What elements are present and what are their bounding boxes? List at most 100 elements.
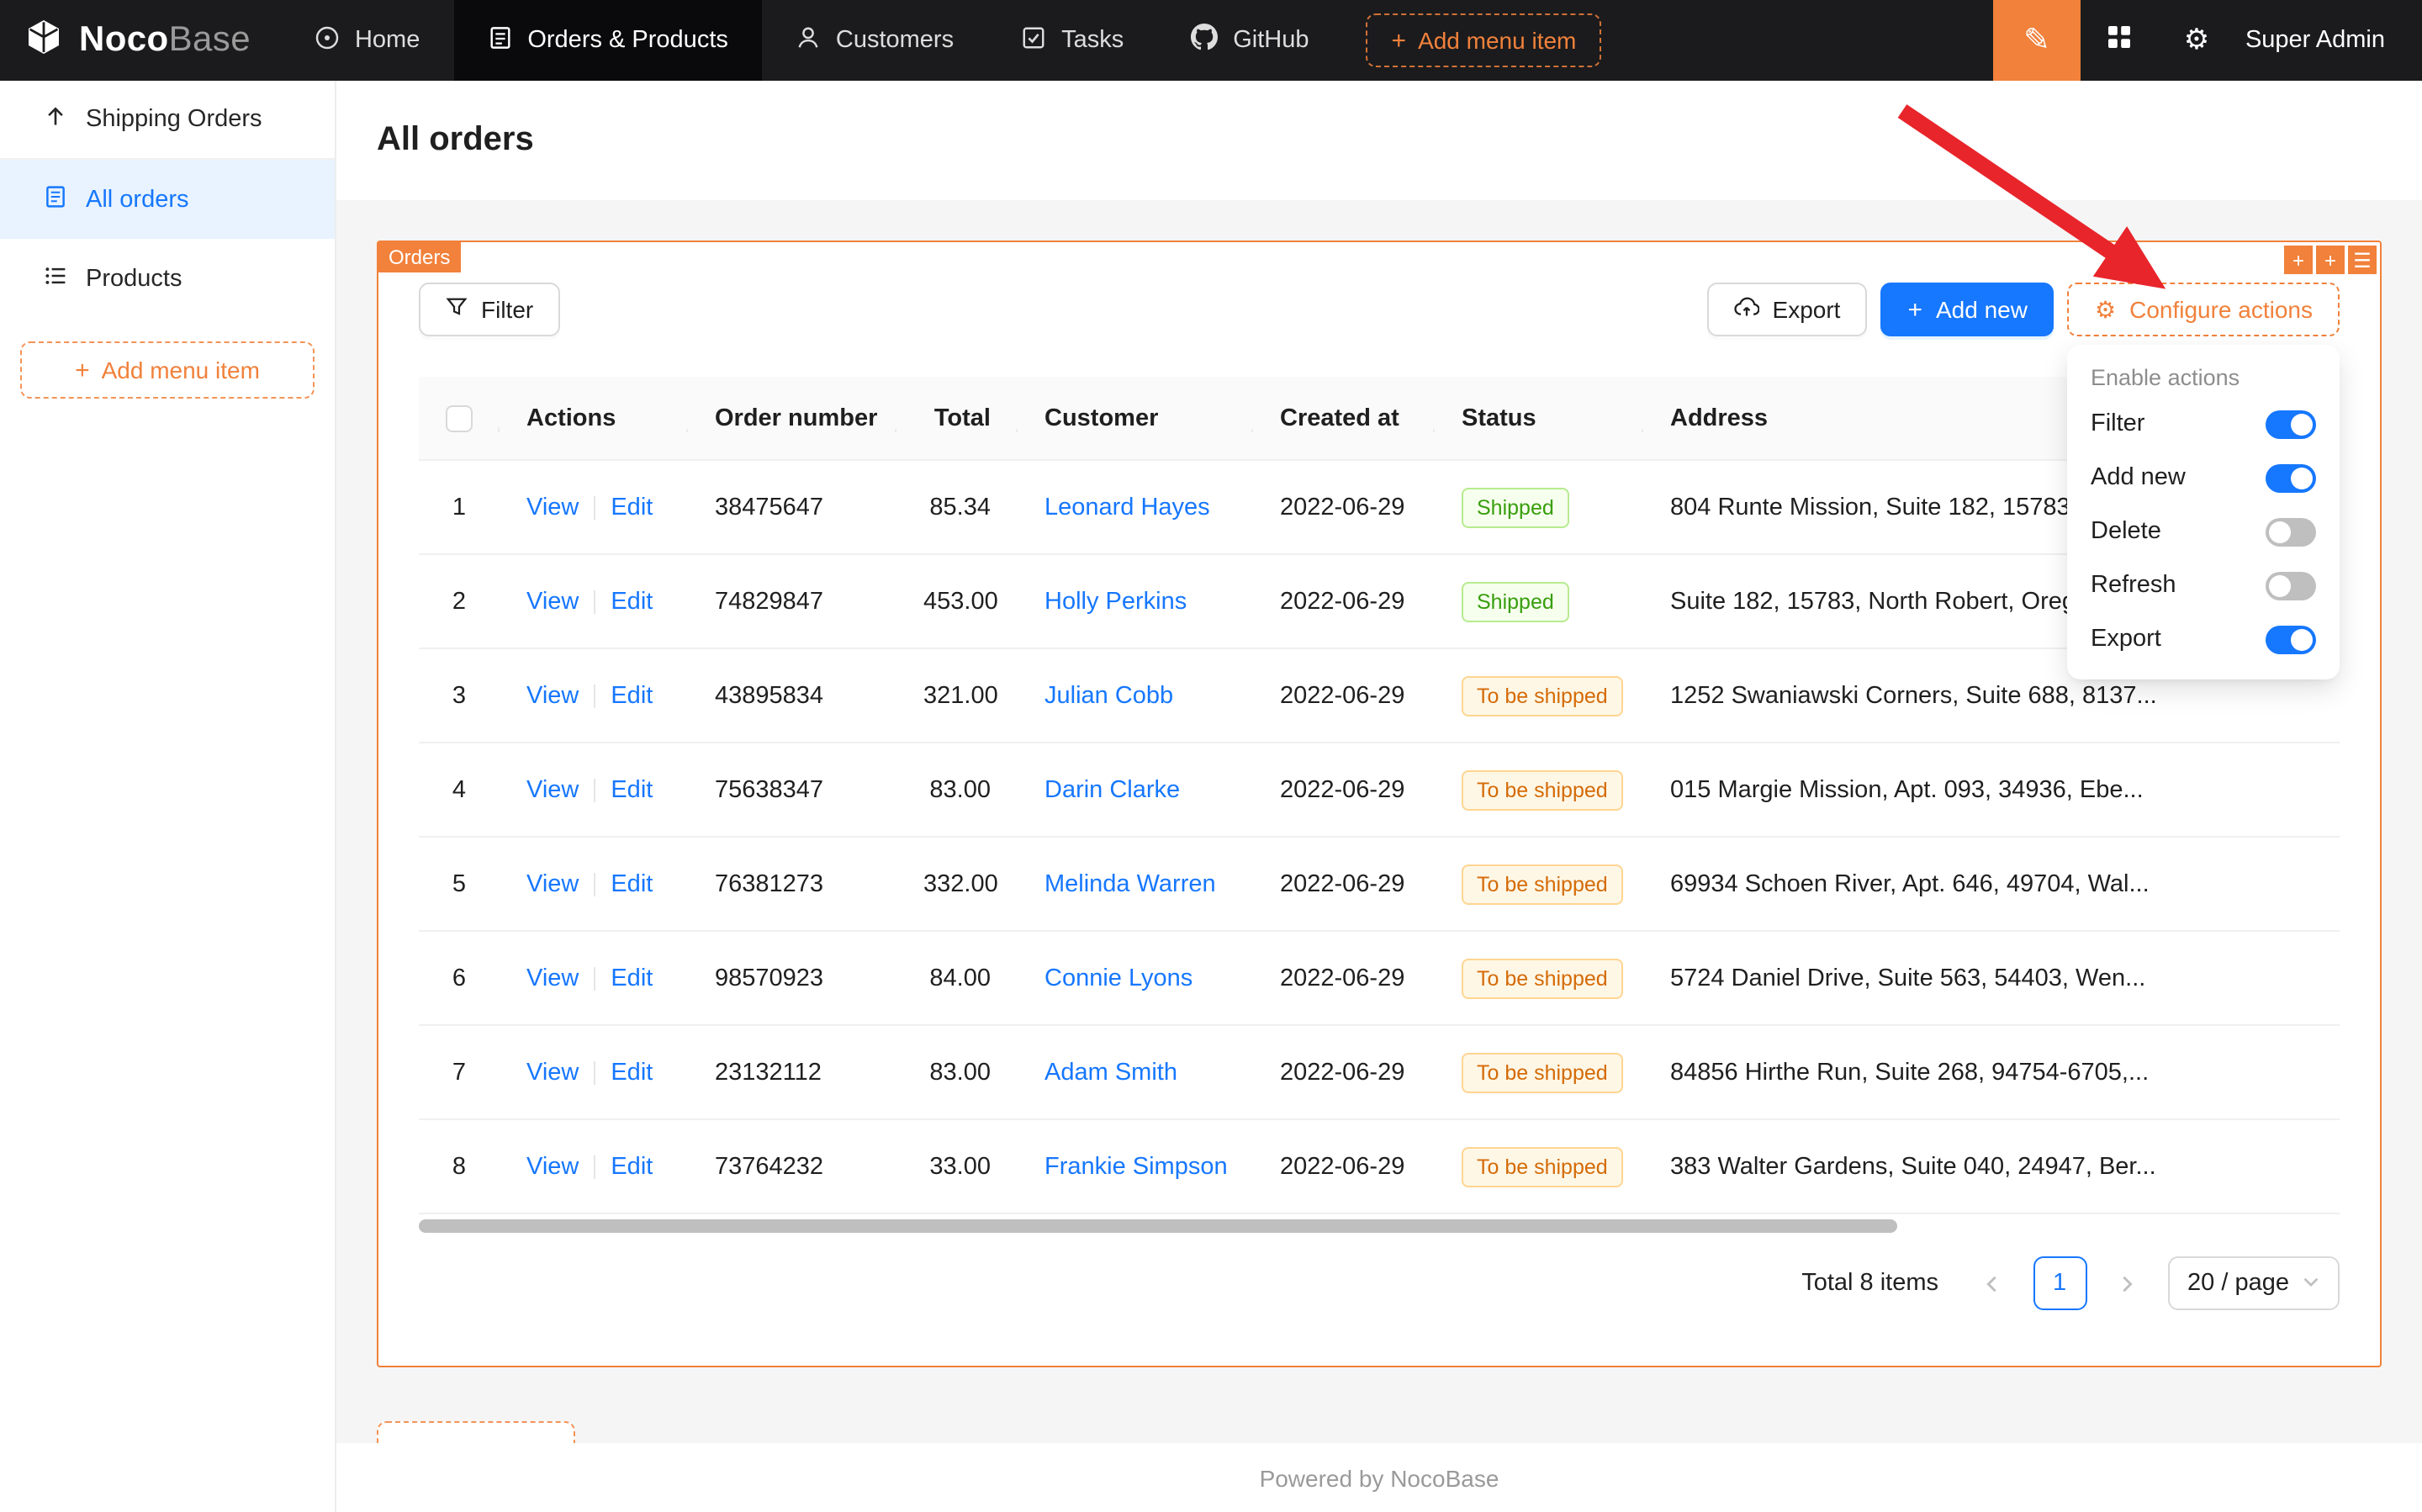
edit-link[interactable]: Edit xyxy=(611,870,653,897)
address-cell: 383 Walter Gardens, Suite 040, 24947, Be… xyxy=(1643,1153,2340,1180)
filter-icon xyxy=(446,296,468,323)
nav-item-orders-products[interactable]: Orders & Products xyxy=(453,0,762,81)
pagination-total: Total 8 items xyxy=(1801,1270,1938,1297)
toggle-switch[interactable] xyxy=(2266,517,2316,546)
switch-knob xyxy=(2291,413,2313,435)
row-index: 3 xyxy=(419,682,500,709)
block-menu-icon[interactable]: ☰ xyxy=(2348,246,2377,274)
gear-icon: ⚙ xyxy=(2184,24,2210,57)
main-nav: Home Orders & Products Customers Tasks G… xyxy=(281,0,1343,81)
switch-knob xyxy=(2269,574,2291,596)
order-number-cell: 76381273 xyxy=(688,870,896,897)
edit-link[interactable]: Edit xyxy=(611,494,653,521)
view-link[interactable]: View xyxy=(526,965,579,991)
total-cell: 84.00 xyxy=(896,965,1018,991)
scrollbar-thumb[interactable] xyxy=(419,1219,1898,1233)
export-button[interactable]: Export xyxy=(1707,283,1868,336)
view-link[interactable]: View xyxy=(526,870,579,897)
total-cell: 33.00 xyxy=(896,1153,1018,1180)
add-block-button[interactable]: + Add block xyxy=(377,1421,575,1443)
filter-button[interactable]: Filter xyxy=(419,283,560,336)
brand-logo[interactable]: NocoBase xyxy=(0,0,281,81)
select-all-checkbox[interactable] xyxy=(446,404,473,431)
page-number-button[interactable]: 1 xyxy=(2033,1256,2086,1310)
customer-link[interactable]: Frankie Simpson xyxy=(1044,1153,1228,1180)
customer-link[interactable]: Julian Cobb xyxy=(1044,682,1173,709)
view-link[interactable]: View xyxy=(526,1059,579,1086)
sidebar-item-shipping-orders[interactable]: Shipping Orders xyxy=(0,81,335,160)
edit-link[interactable]: Edit xyxy=(611,965,653,991)
drag-add-icon[interactable]: + xyxy=(2316,246,2345,274)
toggle-switch[interactable] xyxy=(2266,625,2316,653)
sidebar-add-menu-item-button[interactable]: + Add menu item xyxy=(20,341,315,399)
enable-action-item[interactable]: Export xyxy=(2067,612,2340,666)
customer-link[interactable]: Adam Smith xyxy=(1044,1059,1177,1086)
configure-actions-button[interactable]: ⚙ Configure actions xyxy=(2068,283,2340,336)
enable-action-item[interactable]: Filter xyxy=(2067,397,2340,451)
enable-actions-menu-items: Filter Add new Delete Refresh Export xyxy=(2067,397,2340,666)
enable-action-item[interactable]: Delete xyxy=(2067,505,2340,558)
add-new-button[interactable]: + Add new xyxy=(1880,283,2054,336)
ui-editor-button[interactable]: ✎ xyxy=(1993,0,2081,81)
row-index: 6 xyxy=(419,965,500,991)
enable-action-item[interactable]: Add new xyxy=(2067,451,2340,505)
customer-link[interactable]: Connie Lyons xyxy=(1044,965,1192,991)
edit-link[interactable]: Edit xyxy=(611,776,653,803)
table-row: 7 ViewEdit 23132112 83.00 Adam Smith 202… xyxy=(419,1026,2340,1120)
view-link[interactable]: View xyxy=(526,588,579,615)
customer-link[interactable]: Melinda Warren xyxy=(1044,870,1216,897)
page-title-bar: All orders xyxy=(336,81,2422,200)
table-row: 2 ViewEdit 74829847 453.00 Holly Perkins… xyxy=(419,555,2340,649)
page-footer: Powered by NocoBase xyxy=(336,1443,2422,1512)
user-menu[interactable]: Super Admin xyxy=(2235,27,2422,54)
created-at-cell: 2022-06-29 xyxy=(1253,965,1435,991)
initializer-add-icon[interactable]: + xyxy=(2284,246,2313,274)
table-row: 3 ViewEdit 43895834 321.00 Julian Cobb 2… xyxy=(419,649,2340,743)
next-page-button[interactable] xyxy=(2100,1256,2154,1310)
plugin-manager-button[interactable] xyxy=(2081,0,2158,81)
page-content: Orders + + ☰ Filter Export + xyxy=(336,200,2422,1443)
page-size-select[interactable]: 20 / page xyxy=(2167,1256,2340,1310)
toggle-switch[interactable] xyxy=(2266,571,2316,600)
enable-action-label: Refresh xyxy=(2091,572,2176,599)
customer-link[interactable]: Holly Perkins xyxy=(1044,588,1187,615)
action-divider xyxy=(594,1060,595,1084)
view-link[interactable]: View xyxy=(526,682,579,709)
sidebar-item-all-orders[interactable]: All orders xyxy=(0,160,335,239)
row-index: 2 xyxy=(419,588,500,615)
nav-item-customers[interactable]: Customers xyxy=(762,0,987,81)
toggle-switch[interactable] xyxy=(2266,463,2316,492)
nav-item-github[interactable]: GitHub xyxy=(1157,0,1342,81)
customer-link[interactable]: Leonard Hayes xyxy=(1044,494,1210,521)
customer-cell: Leonard Hayes xyxy=(1018,494,1253,521)
view-link[interactable]: View xyxy=(526,494,579,521)
table-row: 8 ViewEdit 73764232 33.00 Frankie Simpso… xyxy=(419,1120,2340,1214)
created-at-cell: 2022-06-29 xyxy=(1253,494,1435,521)
switch-knob xyxy=(2291,628,2313,650)
toggle-switch[interactable] xyxy=(2266,410,2316,438)
header-add-menu-item-button[interactable]: + Add menu item xyxy=(1367,13,1602,67)
customer-link[interactable]: Darin Clarke xyxy=(1044,776,1180,803)
status-tag: To be shipped xyxy=(1462,864,1623,904)
nav-item-home[interactable]: Home xyxy=(281,0,453,81)
total-cell: 85.34 xyxy=(896,494,1018,521)
view-link[interactable]: View xyxy=(526,1153,579,1180)
status-cell: To be shipped xyxy=(1435,1146,1643,1187)
prev-page-button[interactable] xyxy=(1965,1256,2019,1310)
settings-button[interactable]: ⚙ xyxy=(2158,0,2235,81)
action-divider xyxy=(594,872,595,896)
total-cell: 453.00 xyxy=(896,588,1018,615)
table-row: 6 ViewEdit 98570923 84.00 Connie Lyons 2… xyxy=(419,932,2340,1026)
edit-link[interactable]: Edit xyxy=(611,588,653,615)
edit-link[interactable]: Edit xyxy=(611,1153,653,1180)
status-cell: To be shipped xyxy=(1435,958,1643,998)
enable-action-item[interactable]: Refresh xyxy=(2067,558,2340,612)
view-link[interactable]: View xyxy=(526,776,579,803)
sidebar-item-products[interactable]: Products xyxy=(0,239,335,318)
edit-link[interactable]: Edit xyxy=(611,1059,653,1086)
edit-link[interactable]: Edit xyxy=(611,682,653,709)
toolbar-right-actions: Export + Add new ⚙ Configure actions xyxy=(1707,283,2340,336)
nav-item-tasks[interactable]: Tasks xyxy=(987,0,1157,81)
row-index: 8 xyxy=(419,1153,500,1180)
row-index: 4 xyxy=(419,776,500,803)
